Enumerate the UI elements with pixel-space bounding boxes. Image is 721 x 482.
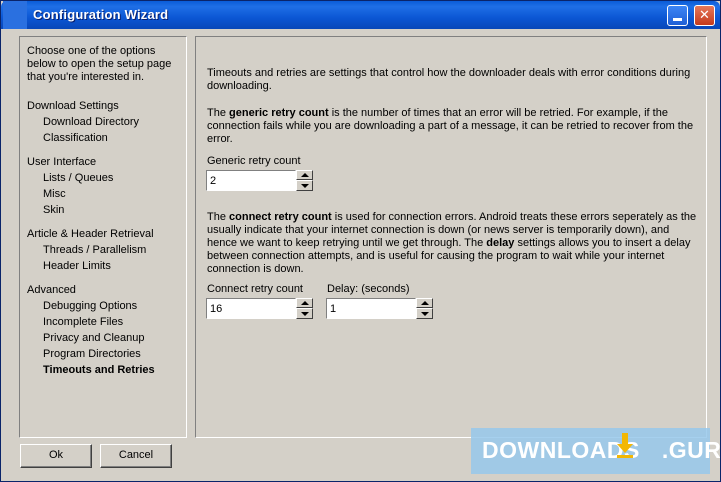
connect-retry-spinner xyxy=(206,298,313,319)
arrow-down-icon xyxy=(421,312,429,316)
timeouts-intro-text: Timeouts and retries are settings that c… xyxy=(207,67,691,92)
nav-item-lists-queues[interactable]: Lists / Queues xyxy=(43,172,113,184)
nav-item-skin[interactable]: Skin xyxy=(43,204,64,216)
arrow-up-icon xyxy=(421,301,429,305)
delay-input[interactable] xyxy=(326,298,416,319)
generic-retry-down-button[interactable] xyxy=(296,180,313,191)
downloads-guru-watermark: DOWNLOADS.GURU xyxy=(471,428,720,474)
nav-item-program-directories[interactable]: Program Directories xyxy=(43,348,141,360)
group-download-settings: Download Settings xyxy=(27,100,119,112)
nav-item-download-directory[interactable]: Download Directory xyxy=(43,116,139,128)
configuration-wizard-window: Configuration Wizard ✕ Choose one of the… xyxy=(0,0,721,482)
nav-item-privacy-cleanup[interactable]: Privacy and Cleanup xyxy=(43,332,145,344)
arrow-up-icon xyxy=(301,173,309,177)
window-title: Configuration Wizard xyxy=(33,7,169,22)
arrow-down-icon xyxy=(301,312,309,316)
watermark-text: DOWNLOADS.GURU xyxy=(482,437,721,463)
generic-retry-input[interactable] xyxy=(206,170,296,191)
settings-page-panel: Timeouts and retries are settings that c… xyxy=(195,36,707,438)
cancel-button[interactable]: Cancel xyxy=(100,444,172,468)
title-bar[interactable]: Configuration Wizard ✕ xyxy=(1,1,720,29)
nav-item-misc[interactable]: Misc xyxy=(43,188,66,200)
nav-item-classification[interactable]: Classification xyxy=(43,132,108,144)
connect-retry-bold-term: connect retry count xyxy=(229,211,332,223)
generic-retry-label: Generic retry count xyxy=(207,155,301,167)
arrow-up-icon xyxy=(301,301,309,305)
connect-retry-description: The connect retry count is used for conn… xyxy=(207,211,697,275)
close-button[interactable]: ✕ xyxy=(694,5,715,26)
delay-arrows xyxy=(416,298,433,319)
delay-up-button[interactable] xyxy=(416,298,433,308)
group-user-interface: User Interface xyxy=(27,156,97,168)
generic-retry-description: The generic retry count is the number of… xyxy=(207,107,694,145)
minimize-icon xyxy=(673,18,682,21)
group-advanced: Advanced xyxy=(27,284,76,296)
window-icon[interactable] xyxy=(3,1,27,29)
generic-retry-bold-term: generic retry count xyxy=(229,107,329,119)
generic-retry-arrows xyxy=(296,170,313,191)
nav-item-incomplete-files[interactable]: Incomplete Files xyxy=(43,316,123,328)
nav-item-threads-parallelism[interactable]: Threads / Parallelism xyxy=(43,244,146,256)
delay-label: Delay: (seconds) xyxy=(327,283,410,295)
connect-retry-down-button[interactable] xyxy=(296,308,313,319)
options-list-panel: Choose one of the options below to open … xyxy=(19,36,187,438)
connect-retry-label: Connect retry count xyxy=(207,283,303,295)
nav-item-debugging-options[interactable]: Debugging Options xyxy=(43,300,137,312)
group-article-header-retrieval: Article & Header Retrieval xyxy=(27,228,154,240)
minimize-button[interactable] xyxy=(667,5,688,26)
download-arrow-icon xyxy=(617,433,633,458)
connect-retry-arrows xyxy=(296,298,313,319)
arrow-down-icon xyxy=(301,184,309,188)
options-intro-text: Choose one of the options below to open … xyxy=(27,45,172,83)
generic-retry-spinner xyxy=(206,170,313,191)
delay-down-button[interactable] xyxy=(416,308,433,319)
nav-item-timeouts-retries[interactable]: Timeouts and Retries xyxy=(43,364,155,376)
connect-retry-up-button[interactable] xyxy=(296,298,313,308)
delay-bold-term: delay xyxy=(486,237,515,249)
nav-item-header-limits[interactable]: Header Limits xyxy=(43,260,111,272)
delay-spinner xyxy=(326,298,433,319)
close-icon: ✕ xyxy=(699,8,710,23)
connect-retry-input[interactable] xyxy=(206,298,296,319)
ok-button[interactable]: Ok xyxy=(20,444,92,468)
generic-retry-up-button[interactable] xyxy=(296,170,313,180)
